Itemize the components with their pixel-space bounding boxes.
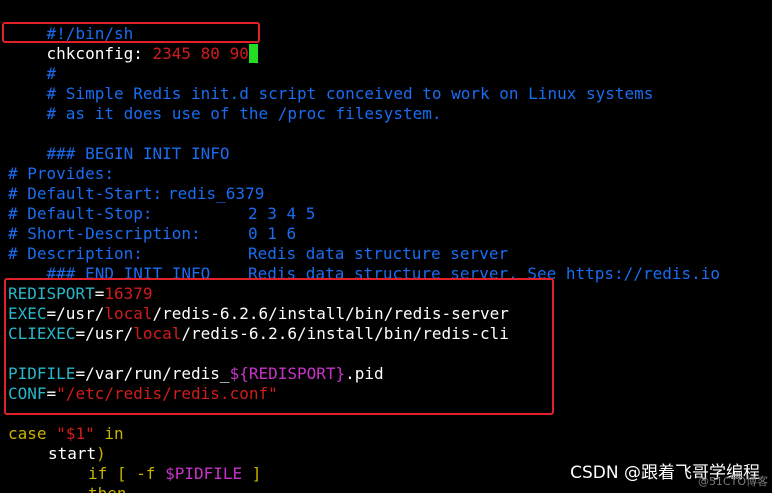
code-line-if: if [ -f $PIDFILE ] — [88, 464, 261, 484]
code-line-redisport: REDISPORT=16379 — [8, 284, 153, 304]
code-line-begin-init-info: ### BEGIN INIT INFO — [8, 124, 230, 163]
keyword: case — [8, 424, 47, 443]
keyword: if — [88, 464, 108, 483]
info-value: Redis data structure server — [248, 244, 509, 263]
variable-value: 16379 — [104, 284, 153, 303]
case-label: start — [48, 444, 97, 463]
code-line-provides: # Provides: redis_6379 — [8, 144, 264, 203]
path-text: =/usr/ — [46, 304, 105, 323]
assign-op: = — [46, 384, 57, 403]
watermark-shadow: @51CTO博客 — [697, 475, 768, 488]
code-line-chkconfig: chkconfig: 2345 80 90_ — [8, 24, 259, 63]
code-line-comment: # — [8, 44, 57, 83]
code-line-comment: # Simple Redis init.d script conceived t… — [8, 64, 654, 103]
code-line-conf: CONF="/etc/redis/redis.conf" — [8, 384, 278, 404]
code-line-default-stop: # Default-Stop: 0 1 6 — [8, 184, 296, 243]
chkconfig-value: 2345 80 90 — [152, 44, 249, 63]
string-value: "/etc/redis/redis.conf" — [56, 384, 278, 403]
test-flag: -f — [136, 464, 156, 483]
code-line-then: then — [88, 484, 127, 493]
keyword: then — [88, 484, 127, 493]
keyword: in — [104, 424, 124, 443]
path-text: =/var/run/redis_ — [75, 364, 230, 383]
code-line-start: start) — [48, 444, 106, 464]
path-text: .pid — [345, 364, 384, 383]
variable-name: CONF — [8, 384, 47, 403]
path-text: /redis-6.2.6/install/bin/redis-server — [152, 304, 509, 323]
bracket: ] — [242, 464, 262, 483]
code-line-end-init-info: ### END INIT INFO — [8, 244, 211, 283]
terminal-editor[interactable]: #!/bin/sh chkconfig: 2345 80 90_ # # Sim… — [0, 0, 772, 493]
comment-text: ### END INIT INFO — [46, 264, 211, 283]
info-value: 2 3 4 5 — [248, 204, 316, 223]
variable-name: PIDFILE — [8, 364, 76, 383]
path-text: /redis-6.2.6/install/bin/redis-cli — [181, 324, 509, 343]
comment-text: ### BEGIN INIT INFO — [46, 144, 230, 163]
assign-op: = — [94, 284, 105, 303]
path-text: =/usr/ — [75, 324, 134, 343]
variable-name: CLIEXEC — [8, 324, 76, 343]
code-line-comment: # as it does use of the /proc filesystem… — [8, 84, 442, 123]
code-line-cliexec: CLIEXEC=/usr/local/redis-6.2.6/install/b… — [8, 324, 509, 344]
path-keyword: local — [133, 324, 182, 343]
code-line-exec: EXEC=/usr/local/redis-6.2.6/install/bin/… — [8, 304, 509, 324]
variable-name: EXEC — [8, 304, 47, 323]
variable-name: REDISPORT — [8, 284, 95, 303]
info-value: redis_6379 — [168, 184, 265, 203]
variable-expansion: ${REDISPORT} — [229, 364, 346, 383]
code-line-short-description: # Short-Description: Redis data structur… — [8, 204, 508, 263]
string-value: "$1" — [56, 424, 95, 443]
code-line-default-start: # Default-Start: 2 3 4 5 — [8, 164, 315, 223]
chkconfig-key: chkconfig: — [46, 44, 143, 63]
code-line-case: case "$1" in — [8, 424, 124, 444]
text-cursor: _ — [248, 44, 259, 63]
bracket: [ — [107, 464, 137, 483]
code-line-description: # Description: Redis data structure serv… — [8, 224, 720, 283]
variable-expansion: $PIDFILE — [165, 464, 243, 483]
code-line-pidfile: PIDFILE=/var/run/redis_${REDISPORT}.pid — [8, 364, 384, 384]
path-keyword: local — [104, 304, 153, 323]
code-line-shebang: #!/bin/sh — [8, 4, 134, 43]
info-value: Redis data structure server. See https:/… — [248, 264, 721, 283]
paren: ) — [96, 444, 106, 463]
info-value: 0 1 6 — [248, 224, 297, 243]
comment-text: # as it does use of the /proc filesystem… — [46, 104, 442, 123]
